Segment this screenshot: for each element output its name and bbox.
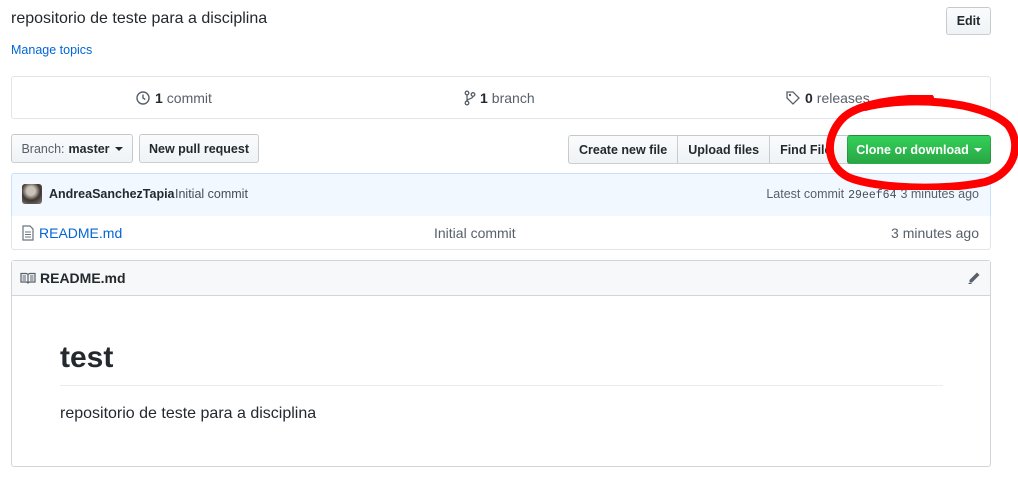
file-icon bbox=[22, 225, 34, 241]
file-row: README.md Initial commit 3 minutes ago bbox=[11, 216, 991, 250]
readme-panel: README.md test repositorio de teste para… bbox=[11, 260, 991, 467]
latest-commit-bar: AndreaSanchezTapia Initial commit Latest… bbox=[11, 173, 991, 217]
author-avatar[interactable] bbox=[22, 184, 42, 204]
branches-count: 1 bbox=[480, 90, 488, 106]
readme-paragraph: repositorio de teste para a disciplina bbox=[60, 405, 317, 422]
readme-title: README.md bbox=[40, 270, 126, 286]
pencil-icon[interactable] bbox=[967, 271, 981, 285]
history-icon bbox=[136, 91, 150, 105]
create-new-file-button[interactable]: Create new file bbox=[568, 135, 679, 164]
releases-count: 0 bbox=[805, 90, 813, 106]
commits-count: 1 bbox=[155, 90, 163, 106]
latest-commit-info: Latest commit 29eef64 3 minutes ago bbox=[766, 187, 979, 202]
file-commit-message-link[interactable]: Initial commit bbox=[434, 225, 516, 241]
commits-label: commit bbox=[166, 90, 212, 106]
edit-description-button[interactable]: Edit bbox=[946, 7, 991, 35]
commit-message-link[interactable]: Initial commit bbox=[175, 187, 248, 201]
numbers-summary: 1 commit 1 branch 0 releases bbox=[11, 76, 991, 119]
caret-down-icon bbox=[973, 147, 982, 152]
commits-link[interactable]: 1 commit bbox=[135, 90, 212, 106]
clone-or-download-button[interactable]: Clone or download bbox=[847, 135, 991, 164]
branch-icon bbox=[464, 90, 476, 106]
heading-divider bbox=[60, 385, 943, 386]
repo-description: repositorio de teste para a disciplina bbox=[11, 10, 268, 27]
upload-files-button[interactable]: Upload files bbox=[677, 135, 771, 164]
new-pull-request-button[interactable]: New pull request bbox=[139, 134, 259, 163]
latest-commit-label: Latest commit bbox=[766, 187, 845, 201]
branch-value: master bbox=[68, 141, 110, 156]
readme-heading: test bbox=[60, 341, 114, 374]
branches-link[interactable]: 1 branch bbox=[464, 90, 535, 106]
releases-link[interactable]: 0 releases bbox=[785, 90, 870, 106]
branch-select-button[interactable]: Branch: master bbox=[11, 134, 133, 163]
branch-label: Branch: bbox=[21, 141, 65, 156]
find-file-button[interactable]: Find File bbox=[769, 135, 850, 164]
clone-or-download-label: Clone or download bbox=[856, 142, 969, 157]
manage-topics-link[interactable]: Manage topics bbox=[11, 43, 92, 57]
file-name-link[interactable]: README.md bbox=[39, 225, 122, 241]
tag-icon bbox=[786, 91, 800, 105]
branches-label: branch bbox=[491, 90, 535, 106]
file-age: 3 minutes ago bbox=[891, 225, 979, 241]
releases-label: releases bbox=[816, 90, 870, 106]
file-actions-group: Create new file Upload files Find File bbox=[568, 135, 850, 164]
commit-sha-link[interactable]: 29eef64 bbox=[848, 189, 896, 202]
caret-down-icon bbox=[114, 146, 123, 151]
latest-commit-age: 3 minutes ago bbox=[900, 187, 979, 201]
commit-author-link[interactable]: AndreaSanchezTapia bbox=[49, 187, 175, 201]
book-icon bbox=[20, 272, 36, 284]
readme-header: README.md bbox=[12, 261, 990, 296]
